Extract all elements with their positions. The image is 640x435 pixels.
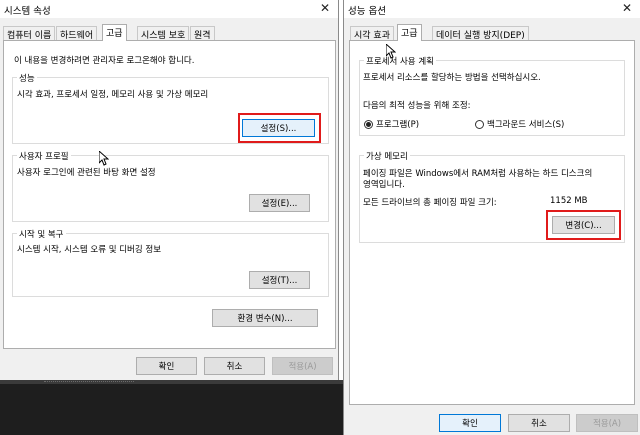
tab-computer-name[interactable]: 컴퓨터 이름 [3,26,56,41]
tab-visual-effects[interactable]: 시각 효과 [350,26,394,41]
total-paging-size-label: 모든 드라이브의 총 페이징 파일 크기: [363,198,497,208]
startup-recovery-description: 시스템 시작, 시스템 오류 및 디버깅 정보 [17,245,162,255]
background-services-radio-label: 백그라운드 서비스(S) [487,120,565,130]
radio-unselected-icon [475,119,484,129]
virtual-memory-label: 가상 메모리 [364,150,410,162]
tab-advanced[interactable]: 고급 [397,24,422,41]
processor-scheduling-group: 프로세서 사용 계획 프로세서 리소스를 할당하는 방법을 선택하십시오. 다음… [359,55,625,136]
close-icon[interactable]: ✕ [320,1,330,15]
background-services-radio[interactable]: 백그라운드 서비스(S) [475,118,564,130]
processor-scheduling-label: 프로세서 사용 계획 [364,55,436,67]
radio-selected-icon [364,119,373,129]
dialog-title: 성능 옵션 [348,6,386,17]
highlight-box [546,210,621,240]
tab-hardware[interactable]: 하드웨어 [56,26,98,41]
startup-recovery-settings-button[interactable]: 설정(T)... [249,271,310,289]
tab-panel: 프로세서 사용 계획 프로세서 리소스를 할당하는 방법을 선택하십시오. 다음… [349,40,635,405]
performance-options-dialog: 성능 옵션 ✕ 시각 효과 고급 데이터 실행 방지(DEP) 프로세서 사용 … [343,0,640,435]
user-profiles-group: 사용자 프로필 사용자 로그인에 관련된 바탕 화면 설정 설정(E)... [12,150,329,222]
user-profiles-description: 사용자 로그인에 관련된 바탕 화면 설정 [17,168,156,178]
tab-advanced[interactable]: 고급 [102,24,127,41]
mouse-pointer-icon [386,44,396,59]
performance-label: 성능 [17,72,37,84]
apply-button[interactable]: 적용(A) [576,414,638,432]
system-properties-dialog: 시스템 속성 ✕ 컴퓨터 이름 하드웨어 고급 시스템 보호 원격 이 내용을 … [0,0,339,380]
total-paging-size-value: 1152 MB [550,196,588,206]
cancel-button[interactable]: 취소 [508,414,570,432]
tab-panel: 이 내용을 변경하려면 관리자로 로그온해야 합니다. 성능 시각 효과, 프로… [3,40,336,349]
taskbar-background [0,380,343,435]
ok-button[interactable]: 확인 [136,357,197,375]
virtual-memory-description-line2: 영역입니다. [363,180,405,190]
tab-remote[interactable]: 원격 [190,26,215,41]
programs-radio[interactable]: 프로그램(P) [364,118,419,130]
user-profiles-settings-button[interactable]: 설정(E)... [249,194,310,212]
ok-button[interactable]: 확인 [439,414,501,432]
startup-recovery-label: 시작 및 복구 [17,228,66,240]
adjust-prompt: 다음의 최적 성능을 위해 조정: [363,101,471,111]
tab-strip: 시각 효과 고급 데이터 실행 방지(DEP) [347,24,640,41]
virtual-memory-group: 가상 메모리 페이징 파일은 Windows에서 RAM처럼 사용하는 하드 디… [359,150,625,243]
admin-notice: 이 내용을 변경하려면 관리자로 로그온해야 합니다. [14,56,195,66]
user-profiles-label: 사용자 프로필 [17,150,71,162]
performance-group: 성능 시각 효과, 프로세서 일정, 메모리 사용 및 가상 메모리 설정(S)… [12,72,329,144]
title-bar: 시스템 속성 ✕ [0,0,338,18]
apply-button[interactable]: 적용(A) [272,357,333,375]
environment-variables-button[interactable]: 환경 변수(N)... [212,309,318,327]
highlight-box [238,113,321,143]
tab-strip: 컴퓨터 이름 하드웨어 고급 시스템 보호 원격 [3,24,338,41]
close-icon[interactable]: ✕ [622,1,632,15]
taskbar-fragment [44,381,134,386]
cancel-button[interactable]: 취소 [204,357,265,375]
programs-radio-label: 프로그램(P) [376,120,420,130]
startup-recovery-group: 시작 및 복구 시스템 시작, 시스템 오류 및 디버깅 정보 설정(T)... [12,228,329,297]
mouse-pointer-icon [99,151,109,166]
processor-scheduling-description: 프로세서 리소스를 할당하는 방법을 선택하십시오. [363,73,541,83]
dialog-title: 시스템 속성 [4,6,51,17]
title-bar: 성능 옵션 ✕ [344,0,640,18]
tab-system-protection[interactable]: 시스템 보호 [137,26,190,41]
tab-dep[interactable]: 데이터 실행 방지(DEP) [432,26,529,41]
performance-description: 시각 효과, 프로세서 일정, 메모리 사용 및 가상 메모리 [17,90,209,100]
